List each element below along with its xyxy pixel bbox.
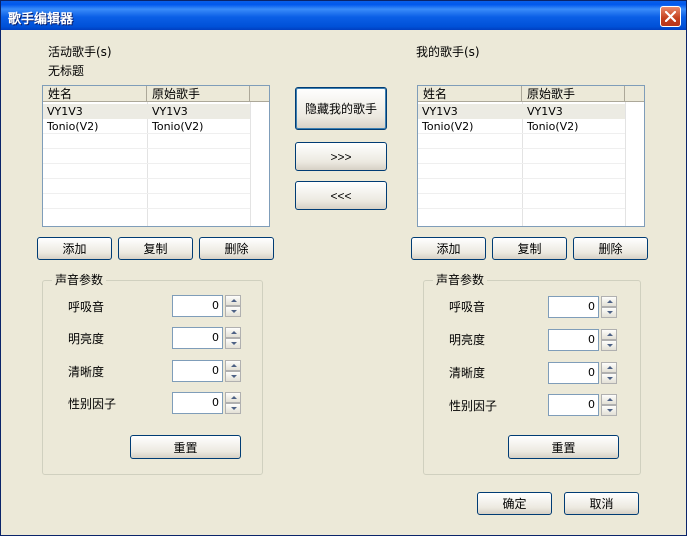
hide-my-singers-button[interactable]: 隐藏我的歌手 [295, 87, 387, 130]
breathiness-input[interactable]: 0 [172, 295, 223, 317]
gender-factor-input[interactable]: 0 [172, 392, 223, 414]
spin-up-icon[interactable] [225, 360, 241, 371]
spin-up-icon[interactable] [601, 394, 617, 405]
list-header: 姓名 原始歌手 [418, 86, 644, 102]
column-original-header[interactable]: 原始歌手 [147, 86, 250, 102]
move-left-button[interactable]: <<< [295, 181, 387, 210]
my-singers-heading: 我的歌手(s) [416, 45, 480, 59]
brightness-input[interactable]: 0 [172, 327, 223, 349]
singer-original: VY1V3 [527, 105, 563, 118]
gender-factor-label: 性别因子 [449, 399, 498, 413]
brightness-label: 明亮度 [68, 332, 105, 346]
spin-down-icon[interactable] [225, 306, 241, 317]
spin-up-icon[interactable] [225, 327, 241, 338]
table-row[interactable]: Tonio(V2) Tonio(V2) [43, 119, 250, 134]
clearness-input[interactable]: 0 [548, 362, 599, 384]
singer-name: VY1V3 [47, 105, 83, 118]
spin-down-icon[interactable] [225, 403, 241, 414]
spin-down-icon[interactable] [601, 373, 617, 384]
active-singers-list[interactable]: 姓名 原始歌手 VY1V3 VY1V3 Tonio(V2) Tonio(V2) [42, 85, 270, 227]
close-button[interactable] [660, 6, 681, 27]
brightness-label: 明亮度 [449, 333, 486, 347]
left-add-button[interactable]: 添加 [37, 237, 112, 260]
spin-down-icon[interactable] [225, 371, 241, 382]
spin-up-icon[interactable] [225, 295, 241, 306]
singer-original: VY1V3 [152, 105, 188, 118]
ok-button[interactable]: 确定 [477, 492, 552, 515]
right-delete-button[interactable]: 删除 [573, 237, 648, 260]
spin-up-icon[interactable] [225, 392, 241, 403]
cancel-button[interactable]: 取消 [564, 492, 639, 515]
right-add-button[interactable]: 添加 [411, 237, 486, 260]
table-row[interactable]: Tonio(V2) Tonio(V2) [418, 119, 625, 134]
group-title: 声音参数 [52, 273, 107, 287]
group-title: 声音参数 [433, 273, 488, 287]
close-icon [665, 11, 676, 22]
move-right-button[interactable]: >>> [295, 142, 387, 171]
list-header: 姓名 原始歌手 [43, 86, 269, 102]
left-copy-button[interactable]: 复制 [118, 237, 193, 260]
table-row[interactable]: VY1V3 VY1V3 [43, 104, 250, 119]
breathiness-label: 呼吸音 [449, 300, 486, 314]
singer-name: Tonio(V2) [422, 120, 474, 133]
spin-down-icon[interactable] [601, 405, 617, 416]
spin-up-icon[interactable] [601, 362, 617, 373]
title-bar[interactable]: 歌手编辑器 [1, 1, 686, 30]
gender-factor-input[interactable]: 0 [548, 394, 599, 416]
singer-original: Tonio(V2) [152, 120, 204, 133]
gender-factor-label: 性别因子 [68, 397, 117, 411]
singer-name: VY1V3 [422, 105, 458, 118]
column-name-header[interactable]: 姓名 [43, 86, 147, 102]
brightness-input[interactable]: 0 [548, 329, 599, 351]
window-title: 歌手编辑器 [8, 12, 74, 27]
my-singers-list[interactable]: 姓名 原始歌手 VY1V3 VY1V3 Tonio(V2) Tonio(V2) [417, 85, 645, 227]
spin-down-icon[interactable] [601, 307, 617, 318]
left-delete-button[interactable]: 删除 [199, 237, 274, 260]
spin-up-icon[interactable] [601, 329, 617, 340]
singer-name: Tonio(V2) [47, 120, 99, 133]
clearness-input[interactable]: 0 [172, 360, 223, 382]
clearness-label: 清晰度 [68, 365, 105, 379]
singer-editor-window: 歌手编辑器 活动歌手(s) 无标题 姓名 原始歌手 VY1V3 VY1V3 To… [0, 0, 687, 536]
column-name-header[interactable]: 姓名 [418, 86, 522, 102]
right-reset-button[interactable]: 重置 [508, 435, 619, 459]
spin-down-icon[interactable] [225, 338, 241, 349]
spin-up-icon[interactable] [601, 296, 617, 307]
clearness-label: 清晰度 [449, 366, 486, 380]
column-original-header[interactable]: 原始歌手 [522, 86, 625, 102]
active-singers-heading: 活动歌手(s) [48, 45, 112, 59]
table-row[interactable]: VY1V3 VY1V3 [418, 104, 625, 119]
left-reset-button[interactable]: 重置 [130, 435, 241, 459]
breathiness-label: 呼吸音 [68, 300, 105, 314]
breathiness-input[interactable]: 0 [548, 296, 599, 318]
right-copy-button[interactable]: 复制 [492, 237, 567, 260]
active-singers-subheading: 无标题 [48, 64, 85, 78]
singer-original: Tonio(V2) [527, 120, 579, 133]
spin-down-icon[interactable] [601, 340, 617, 351]
